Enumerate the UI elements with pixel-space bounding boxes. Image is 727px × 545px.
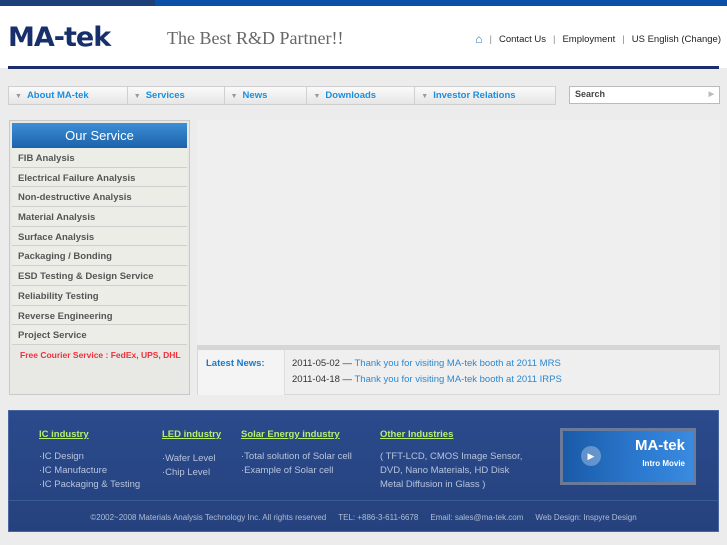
chevron-down-icon: ▼ — [421, 93, 429, 100]
footer-item[interactable]: ·Chip Level — [162, 466, 221, 480]
chevron-down-icon: ▼ — [15, 93, 22, 100]
sidebar-item[interactable]: Material Analysis — [12, 207, 187, 227]
sidebar-item[interactable]: Packaging / Bonding — [12, 246, 187, 267]
nav-label: Services — [145, 90, 185, 101]
search-go-icon[interactable]: ▶ — [709, 90, 714, 98]
play-icon: ▶ — [581, 446, 601, 466]
footer-item: ( TFT-LCD, CMOS Image Sensor, — [380, 451, 523, 462]
home-icon[interactable]: ⌂ — [475, 32, 482, 46]
footer-copyright: ©2002~2008 Materials Analysis Technology… — [9, 513, 718, 522]
footer-col-title[interactable]: IC industry — [39, 429, 140, 440]
footer-item[interactable]: ·IC Manufacture — [39, 464, 140, 478]
sidebar-item[interactable]: Reliability Testing — [12, 285, 187, 306]
employment-link[interactable]: Employment — [562, 34, 615, 45]
footer-col-title[interactable]: Solar Energy industry — [241, 429, 352, 440]
main-banner-area — [197, 120, 720, 346]
web-design-credit[interactable]: Web Design: Inspyre Design — [535, 513, 636, 522]
service-sidebar: Our Service FIB Analysis Electrical Fail… — [9, 120, 190, 395]
sidebar-item[interactable]: FIB Analysis — [12, 148, 187, 168]
sidebar-item[interactable]: Project Service — [12, 325, 187, 345]
footer-col-title[interactable]: LED industry — [162, 429, 221, 440]
news-date: 2011-04-18 — — [292, 374, 353, 385]
chevron-down-icon: ▼ — [313, 93, 321, 100]
news-item: 2011-05-02 — Thank you for visiting MA-t… — [292, 358, 561, 369]
footer-item: DVD, Nano Materials, HD Disk — [380, 465, 510, 476]
movie-subtitle: Intro Movie — [642, 459, 685, 468]
footer-col-other: Other Industries ( TFT-LCD, CMOS Image Se… — [380, 429, 522, 492]
main-nav: ▼ About MA-tek ▼ Services ▼ News ▼ Downloads… — [8, 86, 556, 105]
courier-notice[interactable]: Free Courier Service : FedEx, UPS, DHL — [20, 350, 181, 360]
footer-item: Metal Diffusion in Glass ) — [380, 479, 486, 490]
contact-us-link[interactable]: Contact Us — [499, 34, 546, 45]
nav-label: News — [242, 90, 268, 101]
sidebar-item[interactable]: ESD Testing & Design Service — [12, 266, 187, 286]
sidebar-title: Our Service — [12, 123, 187, 148]
nav-label: Downloads — [325, 90, 377, 101]
footer-col-ic: IC industry ·IC Design ·IC Manufacture ·IC … — [39, 429, 140, 492]
footer: IC industry ·IC Design ·IC Manufacture ·IC … — [8, 410, 719, 532]
copyright-text: ©2002~2008 Materials Analysis Technology… — [90, 513, 327, 522]
footer-item[interactable]: ·IC Packaging & Testing — [39, 478, 140, 492]
nav-about[interactable]: ▼ About MA-tek — [9, 87, 128, 104]
news-label: Latest News: — [198, 350, 285, 395]
footer-item[interactable]: ·Wafer Level — [162, 452, 221, 466]
nav-label: Investor Relations — [433, 90, 516, 101]
sidebar-item[interactable]: Electrical Failure Analysis — [12, 167, 187, 188]
top-links: ⌂ | Contact Us | Employment | US English (C… — [475, 32, 721, 46]
search-input[interactable]: Search ▶ — [569, 86, 720, 104]
intro-movie-banner[interactable]: ▶ MA-tek Intro Movie — [560, 428, 696, 485]
nav-news[interactable]: ▼ News — [225, 87, 308, 104]
language-link[interactable]: US English (Change) — [632, 34, 721, 45]
footer-item[interactable]: ·IC Design — [39, 450, 140, 464]
footer-col-led: LED industry ·Wafer Level ·Chip Level — [162, 429, 221, 480]
footer-col-solar: Solar Energy industry ·Total solution of … — [241, 429, 352, 478]
nav-investor-relations[interactable]: ▼ Investor Relations — [415, 87, 555, 104]
chevron-down-icon: ▼ — [230, 93, 238, 100]
news-link[interactable]: Thank you for visiting MA-tek booth at 2… — [355, 374, 562, 385]
sidebar-item[interactable]: Reverse Engineering — [12, 305, 187, 326]
nav-services[interactable]: ▼ Services — [128, 87, 225, 104]
header-divider — [8, 66, 719, 69]
logo[interactable]: MA-tek — [8, 22, 111, 53]
footer-col-title[interactable]: Other Industries — [380, 429, 522, 440]
phone-text: TEL: +886-3-611-6678 — [338, 513, 419, 522]
footer-item[interactable]: ·Total solution of Solar cell — [241, 450, 352, 464]
header: MA-tek The Best R&D Partner!! ⌂ | Contact… — [0, 6, 727, 68]
news-item: 2011-04-18 — Thank you for visiting MA-t… — [292, 374, 562, 385]
footer-item[interactable]: ·Example of Solar cell — [241, 464, 352, 478]
nav-label: About MA-tek — [26, 90, 89, 101]
sidebar-item[interactable]: Surface Analysis — [12, 226, 187, 247]
chevron-down-icon: ▼ — [133, 93, 141, 100]
email-link[interactable]: Email: sales@ma-tek.com — [430, 513, 523, 522]
latest-news: Latest News: 2011-05-02 — Thank you for … — [197, 345, 720, 395]
tagline: The Best R&D Partner!! — [167, 28, 344, 48]
movie-title: MA-tek — [634, 437, 685, 454]
news-link[interactable]: Thank you for visiting MA-tek booth at 2… — [355, 358, 561, 369]
sidebar-item[interactable]: Non-destructive Analysis — [12, 187, 187, 208]
footer-divider — [9, 500, 718, 501]
search-placeholder: Search — [575, 89, 606, 99]
news-date: 2011-05-02 — — [292, 358, 353, 369]
nav-downloads[interactable]: ▼ Downloads — [307, 87, 416, 104]
